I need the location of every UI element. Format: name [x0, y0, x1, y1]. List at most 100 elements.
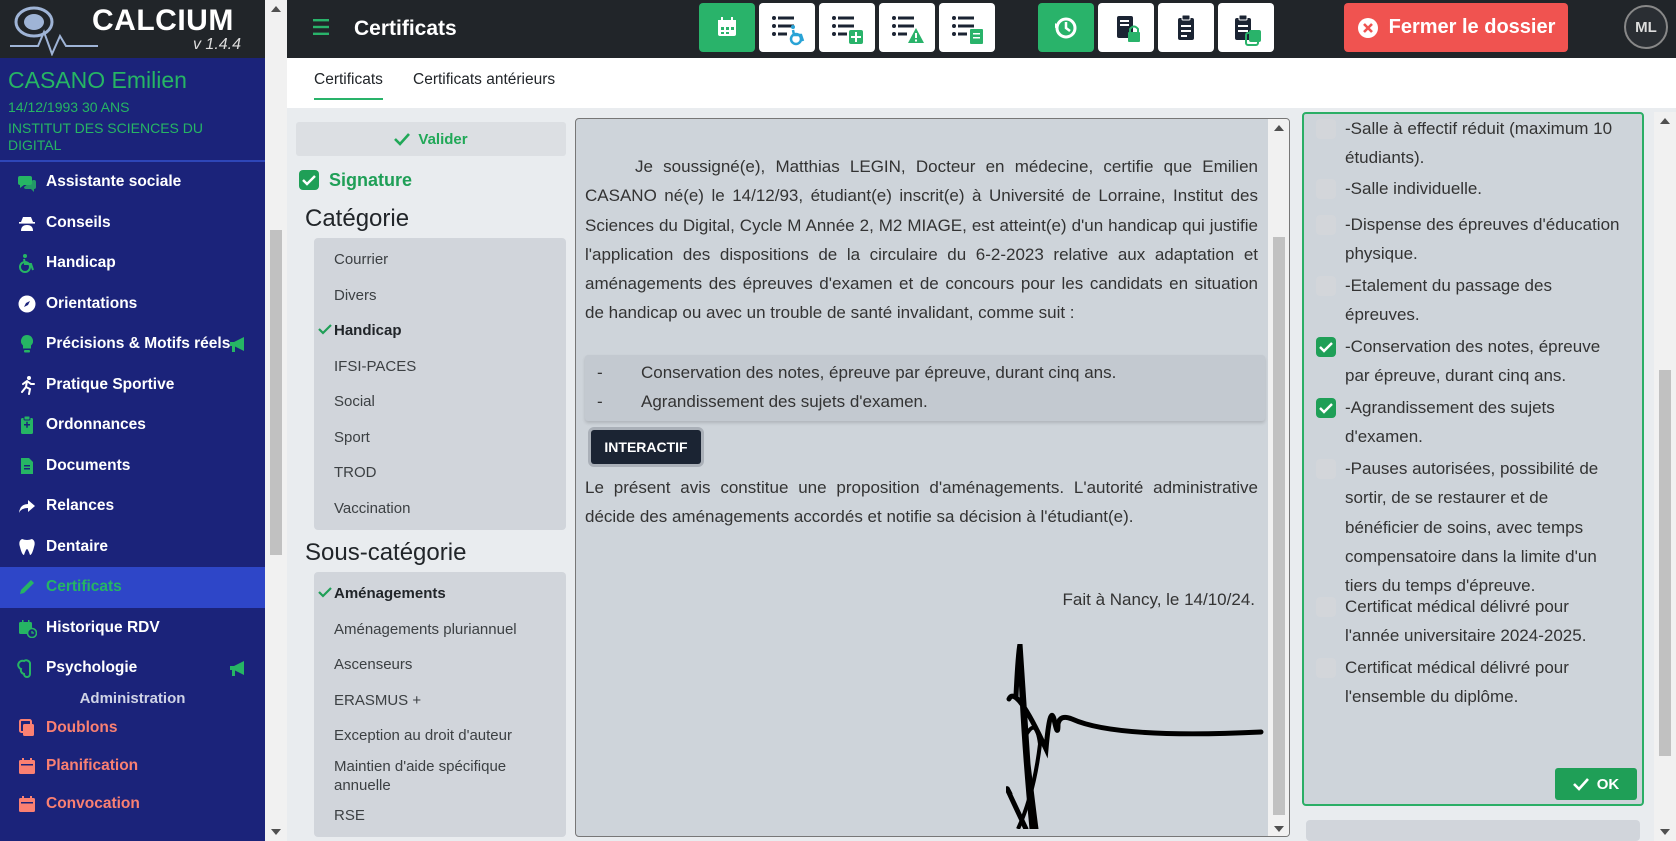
sidebar-item-precisions-motifs-reels[interactable]: Précisions & Motifs réels — [0, 324, 265, 365]
subcategory-item-label: Aménagements — [334, 585, 446, 603]
option-checkbox[interactable] — [1316, 337, 1336, 357]
option-checkbox[interactable] — [1316, 276, 1336, 296]
scroll-down-icon[interactable] — [271, 829, 281, 835]
megaphone-icon[interactable] — [227, 334, 249, 359]
sidebar-item-psychologie[interactable]: Psychologie — [0, 648, 265, 689]
sidebar-item-assistante-sociale[interactable]: Assistante sociale — [0, 162, 265, 203]
signature-checkbox[interactable] — [299, 170, 319, 190]
history-button[interactable] — [1038, 3, 1094, 52]
scroll-up-icon[interactable] — [271, 6, 281, 12]
category-item[interactable]: Handicap — [314, 313, 566, 349]
subcategory-item[interactable]: Maintien d'aide spécifique annuelle — [314, 754, 566, 798]
option-checkbox[interactable] — [1316, 119, 1336, 139]
option-checkbox[interactable] — [1316, 179, 1336, 199]
sidebar-item-label: Planification — [46, 756, 139, 774]
option-checkbox[interactable] — [1316, 459, 1336, 479]
subcategory-item[interactable]: ERASMUS + — [314, 683, 566, 719]
sidebar-item-documents[interactable]: Documents — [0, 446, 265, 487]
sidebar-item-label: Historique RDV — [46, 618, 160, 636]
patient-school: INSTITUT DES SCIENCES DU DIGITAL — [8, 120, 203, 153]
option-item[interactable]: -Etalement du passage des épreuves. — [1316, 271, 1626, 330]
sidebar-item-label: Psychologie — [46, 659, 138, 677]
megaphone-icon[interactable] — [227, 658, 249, 683]
option-label: Certificat médical délivré pour l'ensemb… — [1345, 658, 1569, 707]
option-label: -Agrandissement des sujets d'examen. — [1345, 398, 1555, 447]
scroll-down-icon[interactable] — [1660, 829, 1670, 835]
list-handicap-button[interactable] — [759, 3, 815, 52]
option-item[interactable]: -Dispense des épreuves d'éducation physi… — [1316, 210, 1626, 269]
scroll-up-icon[interactable] — [1274, 125, 1284, 131]
list-notes-button[interactable] — [939, 3, 995, 52]
subcategory-item[interactable]: Aménagements pluriannuel — [314, 612, 566, 648]
validate-button[interactable]: Valider — [296, 122, 566, 156]
option-checkbox[interactable] — [1316, 398, 1336, 418]
clipboard-copy-button[interactable] — [1218, 3, 1274, 52]
locked-notebook-button[interactable] — [1098, 3, 1154, 52]
category-item[interactable]: Sport — [314, 420, 566, 456]
sidebar-scrollbar[interactable] — [265, 0, 287, 841]
scroll-up-icon[interactable] — [1660, 118, 1670, 124]
option-item[interactable]: -Salle à effectif réduit (maximum 10 étu… — [1316, 114, 1626, 173]
scrollbar-thumb[interactable] — [1273, 237, 1285, 815]
ok-button[interactable]: OK — [1555, 768, 1637, 800]
sidebar-item-conseils[interactable]: Conseils — [0, 203, 265, 244]
calendar-clock-icon — [16, 617, 38, 639]
sidebar-item-dentaire[interactable]: Dentaire — [0, 527, 265, 568]
avatar[interactable]: ML — [1624, 5, 1668, 49]
sidebar-item-planification[interactable]: Planification — [0, 747, 265, 785]
subcategory-item[interactable]: Ascenseurs — [314, 647, 566, 683]
app-logo[interactable]: CALCIUM v 1.4.4 — [0, 0, 265, 58]
category-item-label: TROD — [334, 464, 377, 482]
interactive-button[interactable]: INTERACTIF — [591, 430, 701, 464]
clipboard-button[interactable] — [1158, 3, 1214, 52]
option-item[interactable]: -Conservation des notes, épreuve par épr… — [1316, 332, 1626, 391]
option-item[interactable]: -Salle individuelle. — [1316, 174, 1626, 203]
topbar: Certificats Fermer le dossier ML — [287, 0, 1676, 58]
option-item[interactable]: -Pauses autorisées, possibilité de sorti… — [1316, 454, 1626, 600]
sidebar-item-label: Certificats — [46, 578, 122, 596]
category-item[interactable]: Vaccination — [314, 491, 566, 527]
scroll-down-icon[interactable] — [1274, 826, 1284, 832]
category-item[interactable]: Divers — [314, 278, 566, 314]
option-item[interactable]: -Agrandissement des sujets d'examen. — [1316, 393, 1626, 452]
category-item[interactable]: Social — [314, 384, 566, 420]
option-checkbox[interactable] — [1316, 215, 1336, 235]
preview-scrollbar[interactable] — [1268, 119, 1289, 836]
scrollbar-thumb[interactable] — [270, 230, 282, 555]
calcium-logo-icon — [10, 6, 98, 56]
option-item[interactable]: Certificat médical délivré pour l'année … — [1316, 592, 1626, 651]
sidebar-item-relances[interactable]: Relances — [0, 486, 265, 527]
close-file-button[interactable]: Fermer le dossier — [1344, 3, 1568, 52]
options-scrollbar[interactable] — [1654, 112, 1676, 841]
signature-toggle[interactable]: Signature — [299, 168, 566, 192]
sidebar-item-certificats[interactable]: Certificats — [0, 567, 265, 608]
calendar-icon — [16, 755, 38, 777]
option-item[interactable]: Certificat médical délivré pour l'ensemb… — [1316, 653, 1626, 712]
menu-toggle-icon[interactable] — [311, 18, 333, 41]
category-item[interactable]: Courrier — [314, 242, 566, 278]
brain-icon — [16, 657, 38, 679]
calendar-button[interactable] — [699, 3, 755, 52]
sidebar-item-historique-rdv[interactable]: Historique RDV — [0, 608, 265, 649]
list-add-button[interactable] — [819, 3, 875, 52]
category-item[interactable]: TROD — [314, 455, 566, 491]
sidebar-item-orientations[interactable]: Orientations — [0, 284, 265, 325]
subcategory-item[interactable]: Exception au droit d'auteur — [314, 718, 566, 754]
sidebar-item-handicap[interactable]: Handicap — [0, 243, 265, 284]
tab-certificats[interactable]: Certificats — [314, 71, 383, 100]
subcategory-item[interactable]: Aménagements — [314, 576, 566, 612]
option-checkbox[interactable] — [1316, 597, 1336, 617]
list-warning-button[interactable] — [879, 3, 935, 52]
option-checkbox[interactable] — [1316, 658, 1336, 678]
sidebar-item-ordonnances[interactable]: Ordonnances — [0, 405, 265, 446]
sidebar-item-pratique-sportive[interactable]: Pratique Sportive — [0, 365, 265, 406]
app-name: CALCIUM — [92, 4, 234, 37]
scrollbar-thumb[interactable] — [1659, 370, 1671, 756]
sidebar-item-doublons[interactable]: Doublons — [0, 709, 265, 747]
subcategory-item[interactable]: RSE — [314, 798, 566, 834]
category-item[interactable]: IFSI-PACES — [314, 349, 566, 385]
sidebar-item-label: Pratique Sportive — [46, 375, 175, 393]
sidebar-item-convocation[interactable]: Convocation — [0, 785, 265, 823]
running-icon — [16, 374, 38, 396]
tab-certificats-anterieurs[interactable]: Certificats antérieurs — [413, 71, 555, 89]
